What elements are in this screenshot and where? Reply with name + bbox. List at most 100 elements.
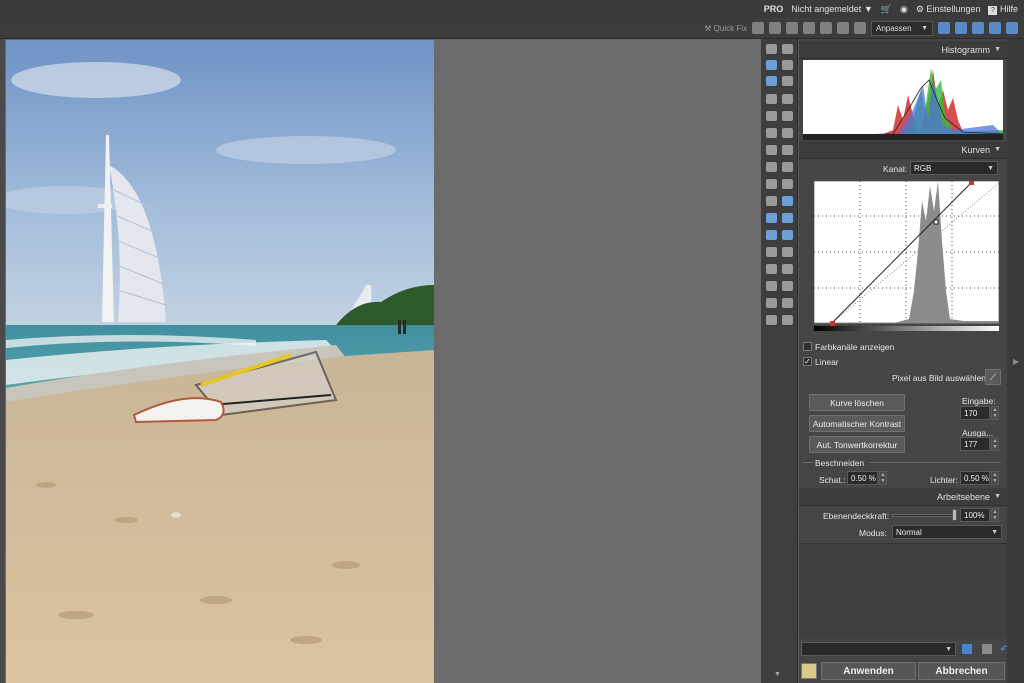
shadows-spinner[interactable]: ▲ ▼ <box>879 471 887 485</box>
apply-button[interactable]: Anwenden <box>821 662 916 680</box>
poly-lasso-tool-icon[interactable] <box>766 230 777 240</box>
linear-checkbox[interactable]: ✓ <box>803 357 812 366</box>
redeye-icon[interactable] <box>769 22 781 34</box>
pick-pixel-label: Pixel aus Bild auswählen: <box>892 373 989 383</box>
zoom-tool-icon[interactable] <box>782 60 793 70</box>
input-spinner[interactable]: ▲ ▼ <box>991 406 999 420</box>
ellipse-select-tool-icon[interactable] <box>766 213 777 223</box>
color-pick-tool-icon[interactable] <box>766 247 777 257</box>
chevron-down-icon: ▼ <box>994 46 1001 53</box>
zoom-mode-select[interactable]: Anpassen ▼ <box>871 20 933 36</box>
zoom-in-icon[interactable] <box>938 22 950 34</box>
cart-icon[interactable]: 🛒 <box>881 4 892 15</box>
hand-tool-icon[interactable] <box>766 76 777 86</box>
straighten-tool-icon[interactable] <box>766 94 777 104</box>
measure-tool-icon[interactable] <box>766 315 777 325</box>
magic-select-tool-icon[interactable] <box>782 230 793 240</box>
paint-tool-icon[interactable] <box>782 247 793 257</box>
shadows-value: 0.50 % <box>851 473 876 483</box>
tool-column: ▼ <box>761 39 798 683</box>
shadows-field[interactable]: 0.50 % <box>847 471 878 485</box>
curves-graph[interactable] <box>813 180 1000 331</box>
histogram-header[interactable]: Histogramm ▼ <box>799 41 1007 59</box>
rss-icon[interactable]: ◉ <box>900 4 908 15</box>
resize-tool-icon[interactable] <box>766 111 777 121</box>
lightbulb-icon[interactable] <box>803 22 815 34</box>
heal-tool-icon[interactable] <box>782 145 793 155</box>
fit-screen-icon[interactable] <box>989 22 1001 34</box>
print-icon[interactable] <box>854 22 866 34</box>
save-preset-icon[interactable] <box>962 644 972 654</box>
opacity-slider-track[interactable] <box>892 514 956 517</box>
smudge-tool-icon[interactable] <box>766 196 777 206</box>
right-collapse-strip[interactable]: ▶ <box>1007 39 1024 683</box>
output-field[interactable]: 177 <box>960 437 990 451</box>
zoom-out-icon[interactable] <box>955 22 967 34</box>
lasso-tool-icon[interactable] <box>782 213 793 223</box>
help-menu[interactable]: ? Hilfe <box>988 4 1018 15</box>
wand-tool-icon[interactable] <box>766 162 777 172</box>
rotate-tool-icon[interactable] <box>766 128 777 138</box>
show-channels-label: Farbkanäle anzeigen <box>815 342 895 352</box>
opacity-spinner[interactable]: ▲ ▼ <box>991 508 999 522</box>
auto-levels-button[interactable]: Aut. Tonwertkorrektur <box>809 436 905 453</box>
warp-tool-icon[interactable] <box>782 111 793 121</box>
login-menu[interactable]: Nicht angemeldet ▼ <box>791 4 872 14</box>
layer-header[interactable]: Arbeitsebene ▼ <box>799 488 1007 506</box>
chevron-down-icon: ▼ <box>987 164 994 172</box>
chevron-down-icon: ▼ <box>991 528 998 536</box>
scroll-down-icon[interactable]: ▼ <box>774 671 781 678</box>
opacity-field[interactable]: 100% <box>960 508 990 522</box>
channel-value: RGB <box>914 163 932 173</box>
stamp-tool-icon[interactable] <box>766 145 777 155</box>
settings-menu[interactable]: ⚙ Einstellungen <box>916 4 981 15</box>
fullscreen-icon[interactable] <box>1006 22 1018 34</box>
curves-title: Kurven <box>961 144 991 155</box>
mode-select[interactable]: Normal ▼ <box>892 525 1002 539</box>
brush-tool-icon[interactable] <box>782 162 793 172</box>
clip-title: Beschneiden <box>815 458 865 468</box>
fill-tool-icon[interactable] <box>782 298 793 308</box>
actual-size-icon[interactable] <box>972 22 984 34</box>
cancel-button[interactable]: Abbrechen <box>918 662 1005 680</box>
line-tool-icon[interactable] <box>766 281 777 291</box>
flip-tool-icon[interactable] <box>782 128 793 138</box>
perspective-tool-icon[interactable] <box>782 94 793 104</box>
pencil-tool-icon[interactable] <box>766 179 777 189</box>
clear-curve-button[interactable]: Kurve löschen <box>809 394 905 411</box>
preset-select[interactable]: ▼ <box>801 642 956 656</box>
opacity-slider-handle[interactable] <box>952 509 957 521</box>
export-icon[interactable] <box>837 22 849 34</box>
photo-image[interactable] <box>6 40 434 683</box>
triangle-icon[interactable] <box>820 22 832 34</box>
shape-tool-icon[interactable] <box>782 264 793 274</box>
lightning-tool-icon[interactable] <box>766 44 777 54</box>
input-field[interactable]: 170 <box>960 406 990 420</box>
crop-tool-icon[interactable] <box>782 76 793 86</box>
dodge-tool-icon[interactable] <box>782 315 793 325</box>
pro-label: PRO <box>763 4 784 14</box>
gradient-tool-icon[interactable] <box>766 298 777 308</box>
highlights-field[interactable]: 0.50 % <box>960 471 990 485</box>
expand-arrow-icon[interactable]: ▶ <box>1013 357 1019 366</box>
edit-preset-icon[interactable] <box>982 644 992 654</box>
eyedropper-button[interactable]: ⟋ <box>985 369 1001 385</box>
chevron-down-icon: ▼ <box>863 4 873 14</box>
quickfix-button[interactable]: ⚒ Quick Fix <box>704 24 747 33</box>
straighten-icon[interactable] <box>786 22 798 34</box>
channel-select[interactable]: RGB ▼ <box>910 161 998 175</box>
marquee-tool-icon[interactable] <box>782 196 793 206</box>
highlights-spinner[interactable]: ▲ ▼ <box>991 471 999 485</box>
eraser-tool-icon[interactable] <box>782 179 793 189</box>
settings-label: Einstellungen <box>926 3 981 14</box>
output-spinner[interactable]: ▲ ▼ <box>991 437 999 451</box>
auto-contrast-button[interactable]: Automatischer Kontrast <box>809 415 905 432</box>
text-tool-icon[interactable] <box>766 264 777 274</box>
export-icon[interactable] <box>801 663 817 679</box>
auto-fix-icon[interactable] <box>752 22 764 34</box>
show-channels-checkbox[interactable] <box>803 342 812 351</box>
print-tool-icon[interactable] <box>782 44 793 54</box>
curves-header[interactable]: Kurven ▼ <box>799 141 1007 159</box>
blend-tool-icon[interactable] <box>782 281 793 291</box>
select-tool-icon[interactable] <box>766 60 777 70</box>
